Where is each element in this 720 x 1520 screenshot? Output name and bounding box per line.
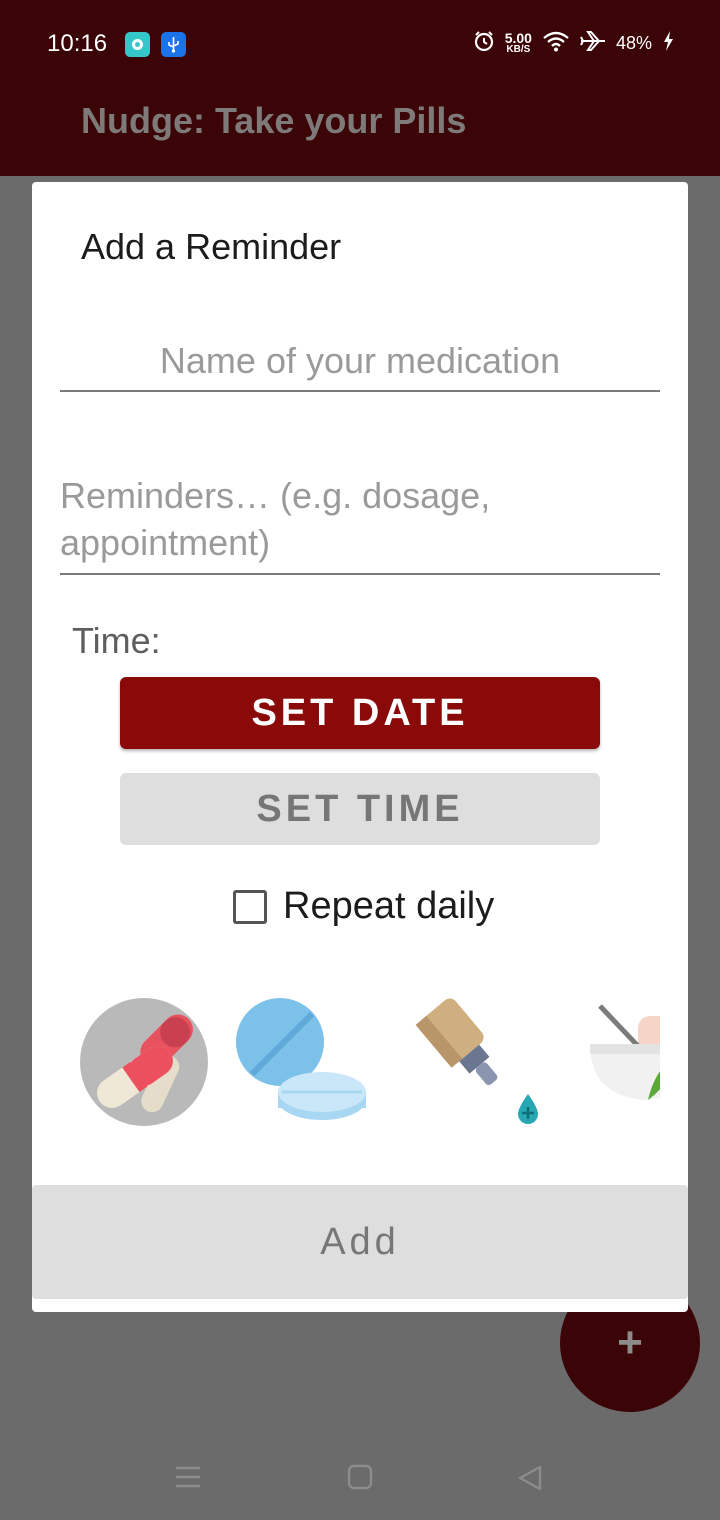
set-date-button[interactable]: SET DATE: [120, 677, 600, 749]
dropper-bottle-icon[interactable]: [412, 996, 544, 1128]
system-nav-bar: [0, 1440, 720, 1520]
network-speed-unit: KB/S: [506, 43, 531, 55]
status-time: 10:16: [47, 30, 108, 57]
app-title: Nudge: Take your Pills: [81, 100, 467, 141]
set-time-button[interactable]: SET TIME: [120, 773, 600, 845]
network-speed: 5.00 KB/S: [504, 29, 532, 56]
back-icon[interactable]: [516, 1464, 544, 1497]
fab-plus-label: +: [617, 1318, 643, 1367]
herbal-bowl-icon[interactable]: [590, 996, 660, 1128]
reminders-input[interactable]: [60, 472, 660, 575]
repeat-daily-checkbox[interactable]: [233, 889, 267, 924]
repeat-daily-row[interactable]: Repeat daily: [233, 885, 494, 928]
airplane-icon: [580, 30, 606, 57]
usb-icon: [161, 32, 186, 57]
medication-icon-picker: [76, 996, 660, 1128]
network-speed-value: 5.00: [504, 29, 532, 46]
wifi-icon: [542, 30, 570, 57]
repeat-daily-label: Repeat daily: [283, 885, 495, 927]
charging-icon: [662, 30, 674, 57]
tablet-icon[interactable]: [234, 996, 366, 1128]
add-reminder-dialog: Add a Reminder Time: SET DATE SET TIME R…: [32, 182, 688, 1312]
battery-level: 48%: [615, 33, 652, 53]
status-bar: 10:16 5.00 KB/S 48%: [0, 0, 720, 90]
status-icons: 5.00 KB/S 48%: [473, 30, 674, 57]
time-label: Time:: [72, 620, 161, 661]
medication-name-input[interactable]: [60, 332, 660, 392]
add-button[interactable]: Add: [32, 1185, 688, 1299]
menu-icon[interactable]: [174, 1464, 202, 1495]
chat-notification-icon: [125, 32, 150, 57]
home-icon[interactable]: [347, 1464, 373, 1495]
dialog-title: Add a Reminder: [81, 226, 342, 267]
alarm-icon: [473, 30, 495, 57]
capsule-icon[interactable]: [78, 996, 210, 1128]
